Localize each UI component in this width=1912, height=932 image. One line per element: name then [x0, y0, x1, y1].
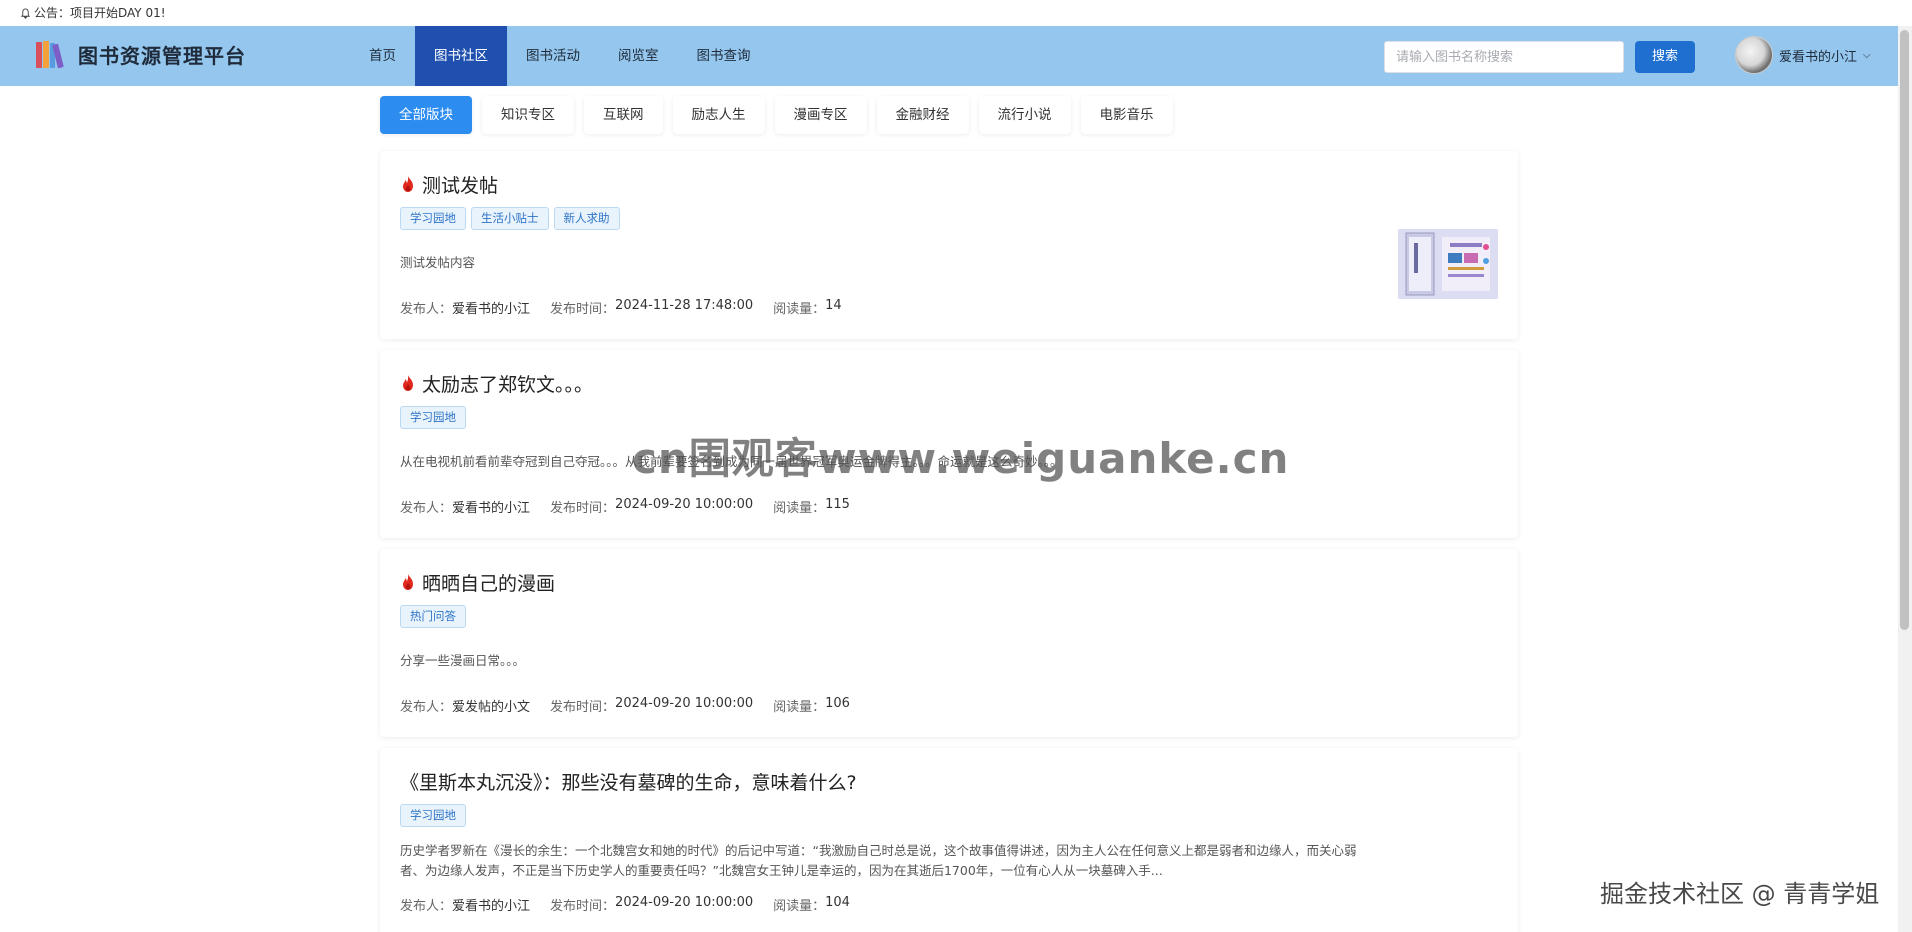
view-count: 115	[825, 497, 850, 512]
author-label: 发布人：	[400, 700, 453, 715]
user-menu[interactable]: 爱看书的小江 ⌵	[1735, 36, 1871, 74]
time-label: 发布时间：	[550, 302, 616, 317]
top-header: 图书资源管理平台 首页 图书社区 图书活动 阅览室 图书查询 搜索 爱看书的小江…	[0, 26, 1898, 86]
post-time: 2024-09-20 10:00:00	[615, 497, 754, 512]
post-title[interactable]: 《里斯本丸沉没》：那些没有墓碑的生命，意味着什么?	[400, 766, 1498, 796]
tab-finance[interactable]: 金融财经	[876, 96, 969, 134]
time-label: 发布时间：	[550, 700, 616, 715]
bell-icon	[20, 7, 31, 19]
tab-inspiration[interactable]: 励志人生	[672, 96, 765, 134]
post-time: 2024-09-20 10:00:00	[615, 696, 754, 711]
post-tags: 学习园地 生活小贴士 新人求助	[400, 207, 1498, 230]
post-tag[interactable]: 新人求助	[553, 207, 620, 230]
post-tag[interactable]: 学习园地	[400, 406, 466, 429]
post-title-text: 太励志了郑钦文。。。	[422, 373, 594, 396]
post-excerpt: 测试发帖内容	[400, 255, 476, 270]
views-label: 阅读量：	[773, 700, 826, 715]
views-label: 阅读量：	[773, 899, 826, 914]
views-label: 阅读量：	[773, 501, 826, 516]
scrollbar-thumb[interactable]	[1900, 30, 1909, 630]
fire-icon	[403, 176, 413, 192]
tab-knowledge[interactable]: 知识专区	[482, 96, 574, 134]
post-meta: 发布人： 爱看书的小江 发布时间： 2024-09-20 10:00:00 阅读…	[400, 895, 870, 914]
view-count: 106	[825, 696, 850, 711]
post-card[interactable]: 《里斯本丸沉没》：那些没有墓碑的生命，意味着什么? 学习园地 历史学者罗新在《漫…	[380, 748, 1518, 932]
username: 爱看书的小江	[1779, 49, 1858, 65]
author-label: 发布人：	[400, 302, 453, 317]
tab-comics[interactable]: 漫画专区	[774, 96, 867, 134]
search-input[interactable]	[1396, 42, 1623, 72]
nav-community[interactable]: 图书社区	[415, 26, 507, 86]
post-tags: 学习园地	[400, 804, 1498, 827]
brand-logo[interactable]: 图书资源管理平台	[34, 38, 246, 70]
post-tag[interactable]: 学习园地	[400, 804, 466, 827]
post-meta: 发布人： 爱发帖的小文 发布时间： 2024-09-20 10:00:00 阅读…	[400, 696, 870, 715]
chevron-down-icon: ⌵	[1863, 49, 1871, 61]
announcement-bar: 公告：项目开始DAY 01!	[0, 0, 1912, 26]
avatar[interactable]	[1735, 36, 1773, 74]
author-name: 爱看书的小江	[452, 899, 531, 914]
post-tag[interactable]: 学习园地	[400, 207, 466, 230]
tab-all[interactable]: 全部版块	[380, 96, 472, 134]
time-label: 发布时间：	[550, 899, 616, 914]
main-nav: 首页 图书社区 图书活动 阅览室 图书查询	[350, 26, 770, 86]
post-card[interactable]: 测试发帖 学习园地 生活小贴士 新人求助 测试发帖内容 发布人： 爱看书的小江 …	[380, 151, 1518, 339]
books-logo-icon	[36, 41, 64, 69]
post-card[interactable]: 晒晒自己的漫画 热门问答 分享一些漫画日常。。。 发布人： 爱发帖的小文 发布时…	[380, 549, 1518, 737]
post-time: 2024-11-28 17:48:00	[615, 298, 754, 313]
time-label: 发布时间：	[550, 501, 616, 516]
nav-reading-room[interactable]: 阅览室	[599, 26, 678, 86]
author-name: 爱看书的小江	[452, 302, 531, 317]
view-count: 14	[825, 298, 842, 313]
corner-watermark: 掘金技术社区 @ 青青学姐	[1600, 880, 1880, 908]
post-thumbnail[interactable]	[1398, 229, 1498, 299]
fire-icon	[403, 574, 413, 590]
book-cover-image	[1398, 229, 1498, 299]
post-tags: 热门问答	[400, 605, 1498, 628]
views-label: 阅读量：	[773, 302, 826, 317]
tab-internet[interactable]: 互联网	[584, 96, 663, 134]
author-label: 发布人：	[400, 899, 453, 914]
page-scrollbar[interactable]	[1898, 26, 1912, 932]
tab-movies-music[interactable]: 电影音乐	[1080, 96, 1173, 134]
post-meta: 发布人： 爱看书的小江 发布时间： 2024-09-20 10:00:00 阅读…	[400, 497, 870, 516]
post-title-text: 晒晒自己的漫画	[422, 572, 556, 595]
post-title-text: 《里斯本丸沉没》：那些没有墓碑的生命，意味着什么?	[400, 771, 857, 794]
search-box	[1384, 41, 1624, 73]
nav-activities[interactable]: 图书活动	[507, 26, 599, 86]
post-tag[interactable]: 热门问答	[400, 605, 466, 628]
post-title[interactable]: 测试发帖	[400, 169, 1498, 199]
fire-icon	[403, 375, 413, 391]
category-tabs: 全部版块 知识专区 互联网 励志人生 漫画专区 金融财经 流行小说 电影音乐	[380, 96, 1173, 134]
post-list: 测试发帖 学习园地 生活小贴士 新人求助 测试发帖内容 发布人： 爱看书的小江 …	[380, 151, 1518, 932]
nav-book-search[interactable]: 图书查询	[678, 26, 770, 86]
nav-home[interactable]: 首页	[350, 26, 415, 86]
post-title-text: 测试发帖	[422, 174, 499, 197]
author-name: 爱发帖的小文	[452, 700, 531, 715]
post-tag[interactable]: 生活小贴士	[471, 207, 549, 230]
tab-novels[interactable]: 流行小说	[978, 96, 1071, 134]
post-time: 2024-09-20 10:00:00	[615, 895, 754, 910]
author-name: 爱看书的小江	[452, 501, 531, 516]
announcement-text: 公告：项目开始DAY 01!	[34, 6, 166, 20]
brand-title: 图书资源管理平台	[78, 43, 246, 68]
post-meta: 发布人： 爱看书的小江 发布时间： 2024-11-28 17:48:00 阅读…	[400, 298, 862, 317]
view-count: 104	[825, 895, 850, 910]
post-title[interactable]: 太励志了郑钦文。。。	[400, 368, 1498, 398]
center-watermark: cn围观客www.weiguanke.cn	[632, 434, 1290, 483]
post-excerpt: 历史学者罗新在《漫长的余生：一个北魏宫女和她的时代》的后记中写道：“我激励自己时…	[400, 843, 1357, 878]
author-label: 发布人：	[400, 501, 453, 516]
post-title[interactable]: 晒晒自己的漫画	[400, 567, 1498, 597]
search-button[interactable]: 搜索	[1635, 41, 1695, 73]
post-excerpt: 分享一些漫画日常。。。	[400, 653, 526, 668]
